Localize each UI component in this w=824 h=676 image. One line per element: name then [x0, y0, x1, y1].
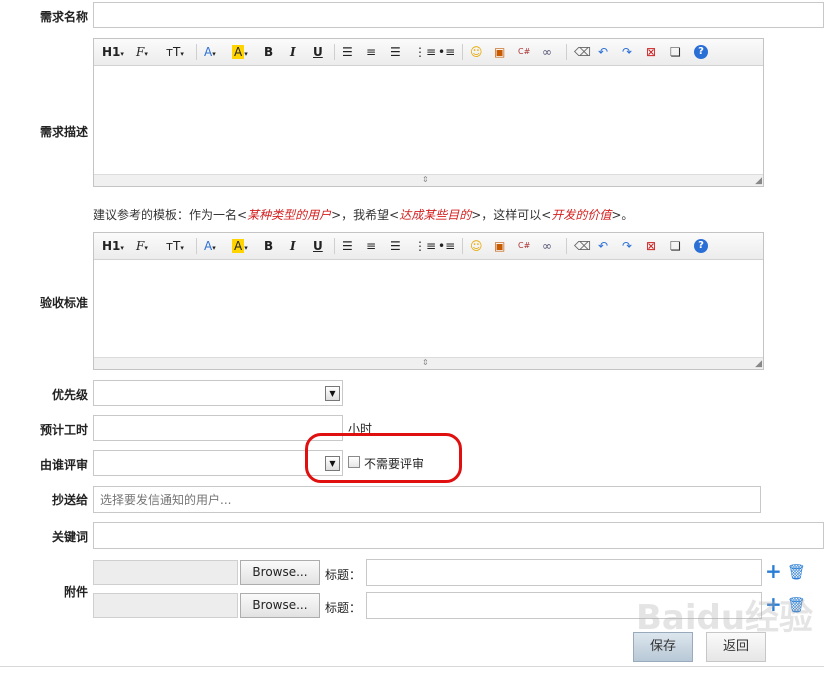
image-icon[interactable]: ▣ [494, 237, 505, 255]
desc-editor: H1▾ F▾ тT▾ A▾ A ▾ B I U ☰ ≡ ☰ ⋮≡ •≡ ☺ ▣ C… [93, 38, 764, 187]
unordered-list-icon[interactable]: •≡ [438, 237, 455, 255]
link-icon[interactable]: ∞ [542, 43, 552, 61]
source-icon[interactable]: ❏ [670, 43, 681, 61]
undo-icon[interactable]: ↶ [598, 237, 608, 255]
toolbar-separator [196, 238, 197, 254]
resize-grip-icon[interactable]: ⇕ [422, 359, 429, 367]
priority-select[interactable]: ▼ [93, 380, 343, 406]
ordered-list-icon[interactable]: ⋮≡ [414, 43, 436, 61]
attachment-title-label: 标题： [325, 568, 362, 582]
mailto-label: 抄送给 [51, 493, 88, 507]
font-color-button[interactable]: A▾ [204, 237, 216, 255]
fullscreen-icon[interactable]: ⊠ [646, 237, 656, 255]
acceptance-toolbar: H1▾ F▾ тT▾ A▾ A ▾ B I U ☰ ≡ ☰ ⋮≡ •≡ ☺ ▣ C… [94, 233, 763, 260]
image-icon[interactable]: ▣ [494, 43, 505, 61]
highlight-circle [305, 433, 462, 483]
emoticon-icon[interactable]: ☺ [470, 43, 483, 61]
align-right-icon[interactable]: ☰ [390, 43, 401, 61]
estimate-input[interactable] [93, 415, 343, 441]
undo-icon[interactable]: ↶ [598, 43, 608, 61]
delete-attachment-icon[interactable]: 🗑 [787, 563, 806, 581]
align-center-icon[interactable]: ≡ [366, 237, 376, 255]
font-color-button[interactable]: A▾ [204, 43, 216, 61]
heading-button[interactable]: H1▾ [102, 43, 124, 61]
help-icon[interactable]: ? [694, 239, 708, 253]
acceptance-label: 验收标准 [39, 296, 88, 310]
code-icon[interactable]: C# [518, 43, 530, 61]
code-icon[interactable]: C# [518, 237, 530, 255]
underline-button[interactable]: U [313, 237, 323, 255]
desc-toolbar: H1▾ F▾ тT▾ A▾ A ▾ B I U ☰ ≡ ☰ ⋮≡ •≡ ☺ ▣ C… [94, 39, 763, 66]
underline-button[interactable]: U [313, 43, 323, 61]
attachment-title-input[interactable] [366, 559, 762, 586]
source-icon[interactable]: ❏ [670, 237, 681, 255]
toolbar-separator [462, 238, 463, 254]
bottom-divider [0, 666, 824, 667]
toolbar-separator [566, 44, 567, 60]
resize-grip-icon[interactable]: ⇕ [422, 176, 429, 184]
template-goal: 达成某些目的 [399, 208, 472, 222]
heading-button[interactable]: H1▾ [102, 237, 124, 255]
template-user: 某种类型的用户 [247, 208, 332, 222]
desc-editor-area[interactable] [94, 66, 763, 174]
toolbar-separator [334, 238, 335, 254]
acceptance-editor-footer: ⇕ ◢ [94, 357, 763, 369]
align-left-icon[interactable]: ☰ [342, 237, 353, 255]
font-size-button[interactable]: тT▾ [166, 43, 184, 61]
emoticon-icon[interactable]: ☺ [470, 237, 483, 255]
resize-corner-icon[interactable]: ◢ [755, 176, 762, 186]
font-size-button[interactable]: тT▾ [166, 237, 184, 255]
browse-button[interactable]: Browse... [240, 593, 320, 618]
align-left-icon[interactable]: ☰ [342, 43, 353, 61]
acceptance-editor-area[interactable] [94, 260, 763, 357]
fullscreen-icon[interactable]: ⊠ [646, 43, 656, 61]
font-family-button[interactable]: F▾ [136, 237, 148, 255]
ordered-list-icon[interactable]: ⋮≡ [414, 237, 436, 255]
attachment-title-label: 标题： [325, 601, 362, 615]
unordered-list-icon[interactable]: •≡ [438, 43, 455, 61]
toolbar-separator [196, 44, 197, 60]
desc-label: 需求描述 [39, 125, 88, 139]
name-label: 需求名称 [39, 10, 88, 24]
redo-icon[interactable]: ↷ [622, 43, 632, 61]
eraser-icon[interactable]: ⌫ [574, 237, 591, 255]
align-center-icon[interactable]: ≡ [366, 43, 376, 61]
watermark-logo: Baidu经验 [636, 598, 814, 638]
align-right-icon[interactable]: ☰ [390, 237, 401, 255]
font-family-button[interactable]: F▾ [136, 43, 148, 61]
help-icon[interactable]: ? [694, 45, 708, 59]
italic-button[interactable]: I [290, 237, 296, 255]
attachment-label: 附件 [63, 585, 88, 599]
acceptance-editor: H1▾ F▾ тT▾ A▾ A ▾ B I U ☰ ≡ ☰ ⋮≡ •≡ ☺ ▣ C… [93, 232, 764, 370]
italic-button[interactable]: I [290, 43, 296, 61]
priority-label: 优先级 [51, 388, 88, 402]
chevron-down-icon[interactable]: ▼ [325, 386, 340, 401]
highlight-button[interactable]: A ▾ [232, 43, 248, 61]
add-attachment-icon[interactable]: + [765, 561, 782, 581]
desc-editor-footer: ⇕ ◢ [94, 174, 763, 186]
estimate-label: 预计工时 [39, 423, 88, 437]
template-hint: 建议参考的模板：作为一名<某种类型的用户>，我希望<达成某些目的>，这样可以<开… [93, 208, 634, 222]
toolbar-separator [334, 44, 335, 60]
redo-icon[interactable]: ↷ [622, 237, 632, 255]
keywords-label: 关键词 [51, 530, 88, 544]
reviewer-label: 由谁评审 [39, 458, 88, 472]
file-path-field[interactable] [93, 560, 238, 585]
link-icon[interactable]: ∞ [542, 237, 552, 255]
browse-button[interactable]: Browse... [240, 560, 320, 585]
highlight-button[interactable]: A ▾ [232, 237, 248, 255]
toolbar-separator [462, 44, 463, 60]
eraser-icon[interactable]: ⌫ [574, 43, 591, 61]
template-value: 开发的价值 [551, 208, 612, 222]
keywords-input[interactable] [93, 522, 824, 549]
bold-button[interactable]: B [264, 237, 273, 255]
name-input[interactable] [93, 2, 824, 28]
resize-corner-icon[interactable]: ◢ [755, 359, 762, 369]
bold-button[interactable]: B [264, 43, 273, 61]
mailto-input[interactable] [93, 486, 761, 513]
file-path-field[interactable] [93, 593, 238, 618]
toolbar-separator [566, 238, 567, 254]
